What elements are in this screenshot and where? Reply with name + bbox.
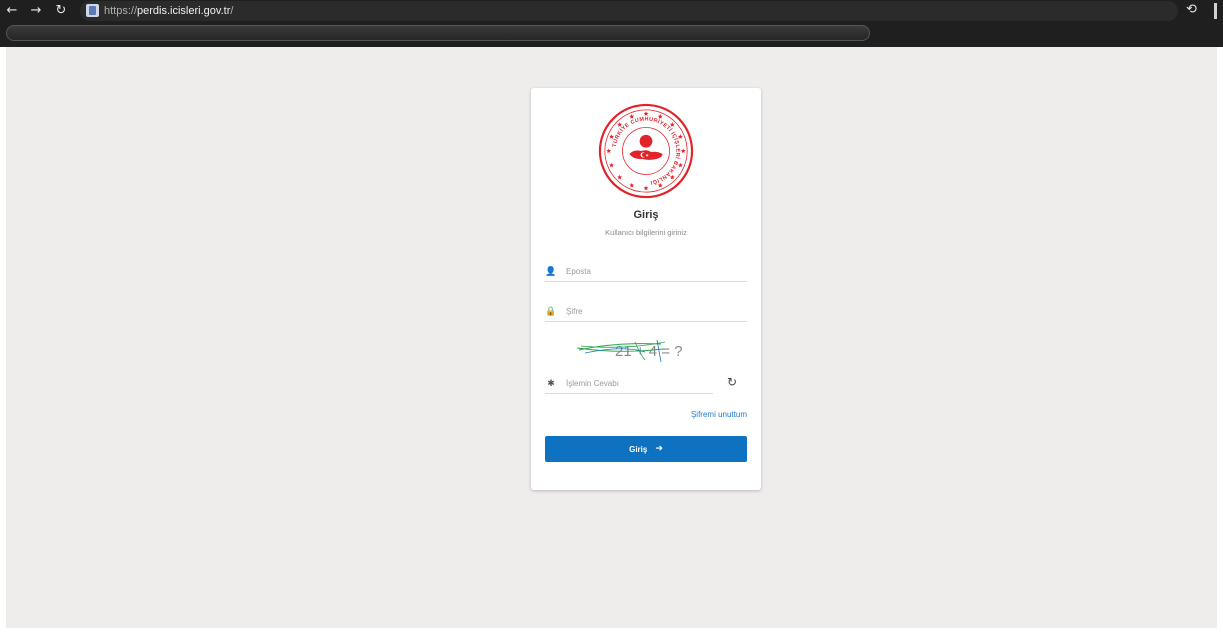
captcha-answer-input[interactable]: [566, 375, 712, 391]
email-field: 👤: [545, 260, 747, 282]
url-path: /: [230, 5, 234, 17]
password-input[interactable]: [566, 303, 746, 319]
login-subtitle: Kullanıcı bilgilerini giriniz: [605, 228, 687, 237]
ministry-seal-logo: TÜRKİYE CUMHURİYETİ İÇİŞLERİ BAKANLIĞI: [598, 103, 694, 199]
lock-icon: 🔒: [545, 307, 557, 317]
back-arrow-icon[interactable]: ←: [3, 2, 21, 20]
password-field: 🔒: [545, 300, 747, 322]
email-input[interactable]: [566, 263, 746, 279]
captcha-image: 21 + 4 = ?: [576, 339, 683, 363]
page-icon: [86, 4, 99, 17]
forgot-password-link[interactable]: Şifremi unuttum: [691, 410, 747, 419]
browser-toolbar: ← → ↻ https://perdis.icisleri.gov.tr/ ⟲: [0, 0, 1223, 47]
asterisk-icon: ✱: [547, 379, 555, 389]
user-icon: 👤: [545, 267, 557, 277]
url-host: perdis.icisleri.gov.tr: [137, 5, 231, 17]
reload-icon[interactable]: ↻: [52, 2, 70, 20]
login-card: TÜRKİYE CUMHURİYETİ İÇİŞLERİ BAKANLIĞI G…: [531, 88, 761, 490]
address-bar[interactable]: [80, 1, 1178, 21]
login-button-label: Giriş: [629, 444, 648, 454]
login-title: Giriş: [633, 209, 659, 221]
url-scheme: https://: [104, 5, 138, 17]
forward-arrow-icon[interactable]: →: [27, 2, 45, 20]
url-text[interactable]: https://perdis.icisleri.gov.tr/: [104, 4, 233, 18]
window-edge: [1214, 3, 1217, 19]
refresh-captcha-icon[interactable]: ↻: [725, 375, 739, 389]
login-button[interactable]: Giriş ➔: [545, 436, 747, 462]
extension-icon[interactable]: ⟲: [1186, 2, 1197, 17]
blurred-bookmarks-bar: [6, 25, 870, 41]
navigation-bar: ← → ↻ https://perdis.icisleri.gov.tr/ ⟲: [0, 0, 1223, 22]
captcha-answer-field: ✱: [545, 372, 713, 394]
arrow-right-icon: ➔: [655, 444, 663, 454]
